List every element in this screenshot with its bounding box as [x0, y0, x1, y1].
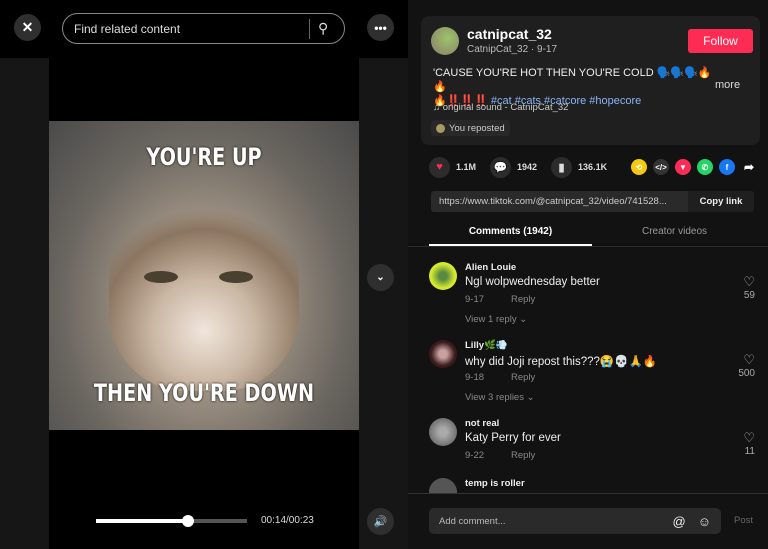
commenter-avatar[interactable] — [429, 478, 457, 493]
search-box: ⚲ — [62, 13, 345, 44]
comment-composer: @ ☺ — [429, 508, 721, 534]
comment-like-icon[interactable]: ♡ — [743, 430, 755, 446]
search-divider — [309, 18, 310, 39]
commenter-name[interactable]: not real — [465, 418, 499, 429]
close-button[interactable]: ✕ — [14, 14, 41, 41]
action-bar: ♥ 1.1M 💬 1942 ▮ 136.1K — [429, 156, 621, 178]
cat-image — [109, 191, 299, 391]
video-caption-bottom: THEN YOU'RE DOWN — [93, 379, 315, 407]
sound-label: original sound - CatnipCat_32 — [442, 102, 569, 113]
time-readout: 00:14/00:23 — [261, 515, 314, 526]
repost-badge: You reposted — [431, 120, 510, 136]
comment-like-count: 59 — [743, 290, 755, 301]
like-button[interactable]: ♥ 1.1M — [429, 156, 477, 178]
chevron-down-icon: ⌄ — [376, 272, 385, 283]
comment-item: Lilly🌿💨 why did Joji repost this???😭💀🙏🔥 … — [429, 340, 759, 410]
video-frame[interactable]: YOU'RE UP THEN YOU'RE DOWN — [49, 121, 359, 430]
next-video-button[interactable]: ⌄ — [367, 264, 394, 291]
facebook-icon[interactable]: f — [719, 159, 735, 175]
comment-button[interactable]: 💬 1942 — [490, 156, 538, 178]
repost-share-icon[interactable]: ⟲ — [631, 159, 647, 175]
description-text: 'CAUSE YOU'RE HOT THEN YOU'RE COLD 🗣️🗣️🗣… — [433, 67, 712, 93]
sound-link[interactable]: ♫ original sound - CatnipCat_32 — [433, 102, 568, 113]
close-icon: ✕ — [21, 19, 34, 35]
share-url-box: https://www.tiktok.com/@catnipcat_32/vid… — [431, 191, 754, 212]
comment-item: Alien Louie Ngl wolpwednesday better 9-1… — [429, 262, 759, 332]
comment-text: why did Joji repost this???😭💀🙏🔥 — [465, 356, 658, 368]
comment-count: 1942 — [517, 162, 538, 172]
bookmark-icon: ▮ — [551, 156, 573, 178]
commenter-avatar[interactable] — [429, 262, 457, 290]
copy-link-button[interactable]: Copy link — [688, 191, 754, 212]
comment-date: 9-18 — [465, 372, 485, 383]
composer-divider — [408, 493, 768, 494]
like-count: 1.1M — [456, 162, 477, 172]
reply-button[interactable]: Reply — [511, 450, 535, 461]
save-count: 136.1K — [578, 162, 608, 172]
speaker-icon: 🔊 — [373, 516, 388, 528]
comment-date: 9-22 — [465, 450, 485, 461]
commenter-name[interactable]: Lilly🌿💨 — [465, 340, 508, 351]
reply-button[interactable]: Reply — [511, 294, 535, 305]
post-card: catnipcat_32 CatnipCat_32 · 9-17 Follow … — [421, 16, 760, 145]
emoji-icon[interactable]: ☺ — [698, 514, 711, 529]
volume-button[interactable]: 🔊 — [367, 508, 394, 535]
video-caption-top: YOU'RE UP — [146, 143, 262, 171]
video-panel: ✕ ⚲ ••• YOU'RE UP THEN YOU'RE DOWN ⌄ 00:… — [0, 0, 408, 549]
more-link[interactable]: more — [715, 79, 740, 91]
comment-item: not real Katy Perry for ever 9-22 Reply … — [429, 418, 759, 468]
comment-item: temp is roller — [429, 478, 759, 493]
follow-button[interactable]: Follow — [688, 29, 753, 53]
commenter-avatar[interactable] — [429, 418, 457, 446]
share-url[interactable]: https://www.tiktok.com/@catnipcat_32/vid… — [431, 196, 688, 207]
view-replies-button[interactable]: View 3 replies ⌄ — [465, 392, 535, 403]
heart-icon: ♥ — [429, 156, 450, 178]
progress-slider[interactable] — [96, 515, 247, 527]
comment-icon: 💬 — [490, 156, 512, 178]
comment-like-icon[interactable]: ♡ — [743, 352, 755, 368]
embed-icon[interactable]: </> — [653, 159, 669, 175]
post-button[interactable]: Post — [734, 515, 753, 526]
comment-like-count: 11 — [744, 446, 755, 457]
repost-label: You reposted — [449, 122, 505, 134]
author-avatar[interactable] — [431, 27, 459, 55]
commenter-name[interactable]: Alien Louie — [465, 262, 516, 273]
commenter-name[interactable]: temp is roller — [465, 478, 525, 489]
view-replies-button[interactable]: View 1 reply ⌄ — [465, 314, 527, 325]
whatsapp-icon[interactable]: ✆ — [697, 159, 713, 175]
tab-creator-videos[interactable]: Creator videos — [593, 226, 756, 237]
save-button[interactable]: ▮ 136.1K — [551, 156, 608, 178]
progress-thumb[interactable] — [182, 515, 195, 527]
comment-like-icon[interactable]: ♡ — [743, 274, 755, 290]
commenter-avatar[interactable] — [429, 340, 457, 368]
comment-text: Ngl wolpwednesday better — [465, 276, 600, 288]
comment-input[interactable] — [439, 515, 661, 527]
author-username[interactable]: catnipcat_32 — [467, 26, 552, 42]
cat-eye — [144, 271, 178, 283]
ellipsis-icon: ••• — [374, 20, 387, 35]
author-subtitle: CatnipCat_32 · 9-17 — [467, 44, 558, 55]
mention-icon[interactable]: @ — [673, 514, 686, 529]
music-note-icon: ♫ — [433, 102, 443, 113]
search-icon[interactable]: ⚲ — [318, 20, 344, 37]
progress-fill — [96, 519, 189, 523]
comment-like-count: 500 — [738, 368, 755, 379]
send-icon[interactable]: ▼ — [675, 159, 691, 175]
reply-button[interactable]: Reply — [511, 372, 535, 383]
repost-avatar-icon — [436, 123, 445, 133]
comment-text: Katy Perry for ever — [465, 432, 561, 444]
more-options-button[interactable]: ••• — [367, 14, 394, 41]
cat-eye — [219, 271, 253, 283]
search-input[interactable] — [74, 21, 309, 36]
tab-comments[interactable]: Comments (1942) — [429, 226, 592, 237]
comment-date: 9-17 — [465, 294, 485, 305]
tab-divider — [408, 246, 768, 247]
share-arrow-icon[interactable]: ➦ — [741, 159, 757, 175]
